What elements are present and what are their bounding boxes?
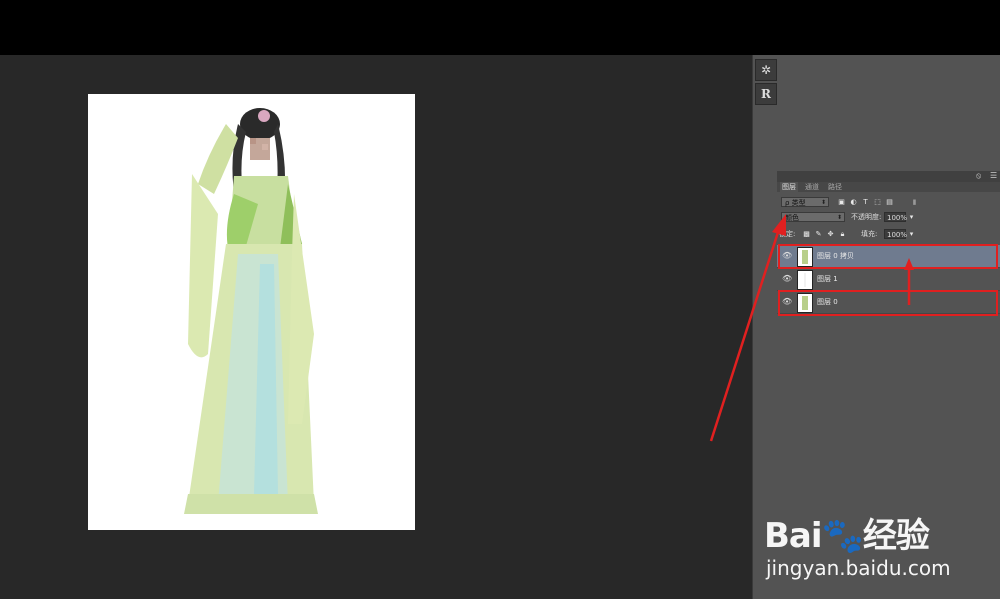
top-black-bar <box>0 0 1000 55</box>
filter-toggle-icon[interactable]: ▮ <box>910 198 919 207</box>
opacity-dropdown-icon[interactable]: ▾ <box>907 213 916 222</box>
canvas-image-figure <box>184 108 318 514</box>
highlight-box-bottom-layer <box>778 290 998 316</box>
properties-icon[interactable]: ✲ <box>755 59 777 81</box>
tab-paths[interactable]: 路径 <box>826 182 844 192</box>
opacity-label: 不透明度: <box>851 213 882 221</box>
tab-layers[interactable]: 图层 <box>780 182 798 192</box>
chevron-down-icon: ⬍ <box>820 199 826 206</box>
panel-header: ⦸ ☰ <box>777 171 1000 182</box>
lock-position-icon[interactable]: ✥ <box>826 230 835 239</box>
layer-name: 图层 1 <box>817 275 838 283</box>
lock-all-icon[interactable]: 🔒︎ <box>838 230 847 239</box>
tab-channels[interactable]: 通道 <box>803 182 821 192</box>
pixel-filter-icon[interactable]: ▣ <box>837 198 846 207</box>
adjustment-filter-icon[interactable]: ◐ <box>849 198 858 207</box>
filter-kind-select[interactable]: ρ 类型 ⬍ <box>781 197 829 207</box>
blend-mode-select[interactable]: 颜色 ⬍ <box>781 212 845 222</box>
layer-thumbnail <box>797 270 813 290</box>
blend-mode-value: 颜色 <box>785 214 799 222</box>
document-canvas[interactable] <box>88 94 415 530</box>
lock-label: 锁定: <box>779 230 796 238</box>
visibility-eye-icon[interactable]: 👁︎ <box>782 274 792 283</box>
filter-kind-value: ρ 类型 <box>785 199 806 207</box>
lock-image-icon[interactable]: ✎ <box>814 230 823 239</box>
watermark-url: jingyan.baidu.com <box>766 556 951 580</box>
highlight-box-top-layer <box>778 244 998 269</box>
baidu-jingyan-watermark: Bai🐾经验 jingyan.baidu.com <box>764 490 1000 590</box>
watermark-logo-text: Bai🐾经验 <box>764 516 930 556</box>
blend-row: 颜色 ⬍ 不透明度: 100% ▾ <box>777 210 1000 226</box>
panel-empty-area <box>777 55 1000 171</box>
fill-dropdown-icon[interactable]: ▾ <box>907 230 916 239</box>
smart-object-filter-icon[interactable]: ▤ <box>885 198 894 207</box>
shape-filter-icon[interactable]: ⬚ <box>873 198 882 207</box>
fill-field[interactable]: 100% <box>884 229 907 239</box>
lock-row: 锁定: ▩ ✎ ✥ 🔒︎ 填充: 100% ▾ <box>777 227 1000 243</box>
filter-row: ρ 类型 ⬍ ▣ ◐ T ⬚ ▤ ▮ <box>777 195 1000 211</box>
chevron-down-icon: ⬍ <box>836 214 842 221</box>
collapse-icon[interactable]: ⦸ <box>976 171 981 181</box>
panel-menu-icon[interactable]: ☰ <box>990 171 997 180</box>
type-filter-icon[interactable]: T <box>861 198 870 207</box>
layer-row[interactable]: 👁︎ 图层 1 <box>777 268 1000 291</box>
opacity-field[interactable]: 100% <box>884 212 907 222</box>
fill-label: 填充: <box>861 230 878 238</box>
plugin-r-icon[interactable]: R <box>755 83 777 105</box>
panel-tabs: 图层 通道 路径 <box>777 182 1000 192</box>
lock-transparent-icon[interactable]: ▩ <box>802 230 811 239</box>
